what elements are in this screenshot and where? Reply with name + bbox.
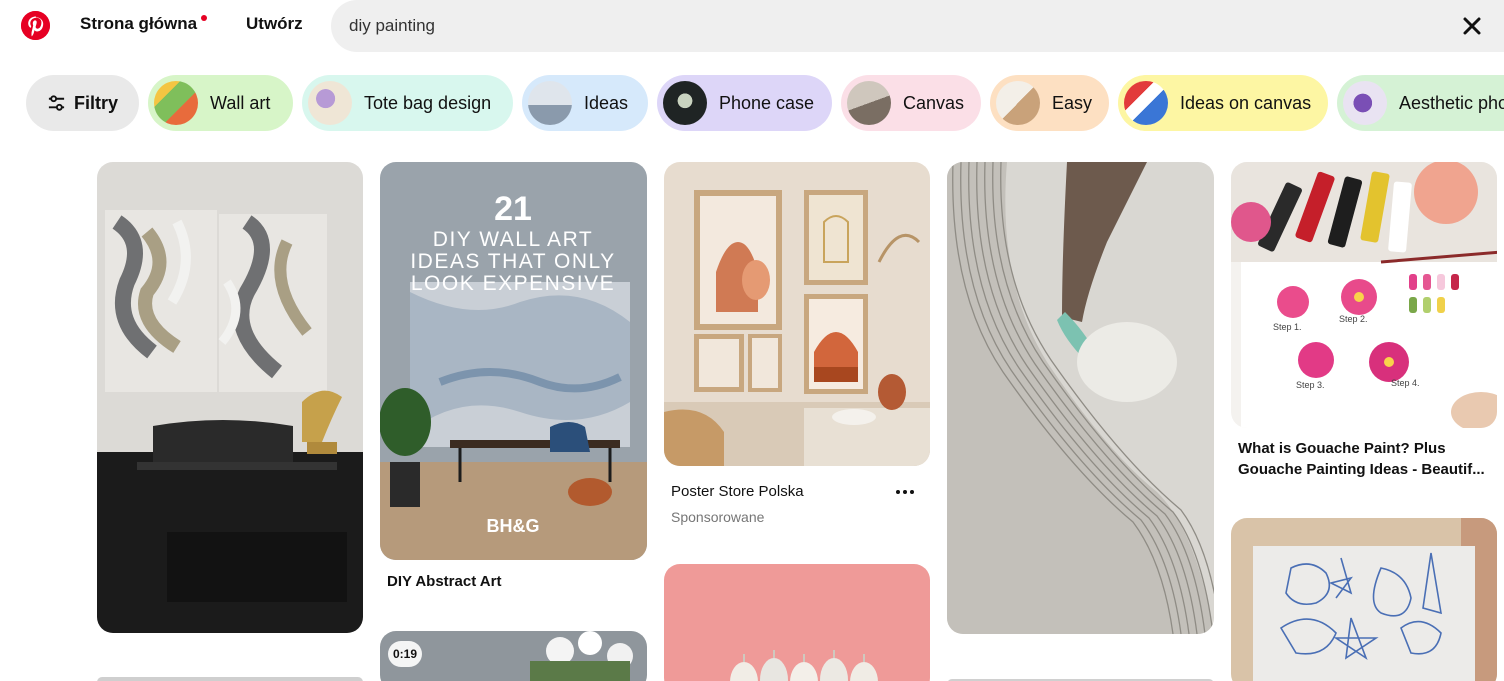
nav-create-label: Utwórz [246, 14, 303, 33]
step-label: Step 3. [1296, 380, 1325, 390]
chip-thumbnail [663, 81, 707, 125]
pin-image-gouache-flowers[interactable]: Step 1. Step 2. Step 3. Step 4. [1231, 162, 1497, 428]
chip-label: Easy [1052, 92, 1093, 113]
chip-easy[interactable]: Easy [990, 75, 1109, 131]
chip-thumbnail [154, 81, 198, 125]
chip-thumbnail [1343, 81, 1387, 125]
pin-image-wall-art-piano[interactable] [97, 162, 363, 633]
filters-button[interactable]: Filtry [26, 75, 139, 131]
chip-label: Tote bag design [364, 92, 492, 113]
chip-ideas-on-canvas[interactable]: Ideas on canvas [1118, 75, 1328, 131]
filters-label: Filtry [73, 92, 118, 113]
pinterest-logo-icon[interactable] [21, 11, 50, 40]
chip-thumbnail [1124, 81, 1168, 125]
nav-home-link[interactable]: Strona główna [80, 14, 208, 34]
overlay-number: 21 [494, 190, 532, 228]
chip-label: Ideas on canvas [1180, 92, 1312, 113]
pin-image-textured-art[interactable] [947, 162, 1214, 634]
nav-create-link[interactable]: Utwórz [246, 14, 303, 34]
top-navigation-bar: Strona główna Utwórz [0, 0, 1504, 52]
search-input[interactable] [349, 0, 1429, 52]
sliders-icon [48, 94, 65, 111]
pin-image-candles[interactable] [664, 564, 930, 681]
chip-thumbnail [996, 81, 1040, 125]
pin-sponsored-label: Sponsorowane [671, 509, 765, 525]
chip-label: Wall art [210, 92, 271, 113]
chip-aesthetic-phone[interactable]: Aesthetic pho [1337, 75, 1504, 131]
chip-thumbnail [847, 81, 891, 125]
chip-thumbnail [308, 81, 352, 125]
chip-label: Canvas [903, 92, 965, 113]
overlay-brand: BH&G [487, 516, 540, 536]
chip-ideas[interactable]: Ideas [522, 75, 648, 131]
filter-chip-row: Filtry Wall art Tote bag design Ideas Ph… [0, 75, 1504, 131]
pin-image-video[interactable]: 0:19 [380, 631, 647, 681]
pin-image-partial[interactable] [97, 677, 363, 681]
pin-title-line-2[interactable]: Gouache Painting Ideas - Beautif... [1238, 459, 1485, 480]
chip-thumbnail [528, 81, 572, 125]
chip-label: Phone case [719, 92, 815, 113]
notification-dot [201, 15, 208, 21]
close-icon[interactable] [1462, 16, 1482, 36]
chip-label: Aesthetic pho [1399, 92, 1504, 113]
video-duration-badge: 0:19 [388, 641, 422, 667]
nav-home-label: Strona główna [80, 14, 198, 33]
step-label: Step 1. [1273, 322, 1302, 332]
chip-tote-bag-design[interactable]: Tote bag design [302, 75, 513, 131]
chip-phone-case[interactable]: Phone case [657, 75, 832, 131]
more-options-icon[interactable] [891, 482, 919, 502]
overlay-line-2: IDEAS THAT ONLY [410, 250, 615, 273]
chip-wall-art[interactable]: Wall art [148, 75, 293, 131]
chip-label: Ideas [584, 92, 629, 113]
pin-image-poster-store[interactable] [664, 162, 930, 466]
overlay-line-3: LOOK EXPENSIVE [411, 272, 615, 295]
pin-source-name[interactable]: Poster Store Polska [671, 483, 804, 500]
step-label: Step 4. [1391, 378, 1420, 388]
pin-image-diy-wall-art[interactable]: 21 DIY WALL ART IDEAS THAT ONLY LOOK EXP… [380, 162, 647, 560]
pin-title-line-1[interactable]: What is Gouache Paint? Plus [1238, 438, 1446, 459]
search-bar [331, 0, 1504, 52]
pin-title[interactable]: DIY Abstract Art [387, 571, 501, 592]
chip-canvas[interactable]: Canvas [841, 75, 981, 131]
overlay-line-1: DIY WALL ART [433, 228, 593, 251]
pin-image-seashell-drawing[interactable] [1231, 518, 1497, 681]
step-label: Step 2. [1339, 314, 1368, 324]
